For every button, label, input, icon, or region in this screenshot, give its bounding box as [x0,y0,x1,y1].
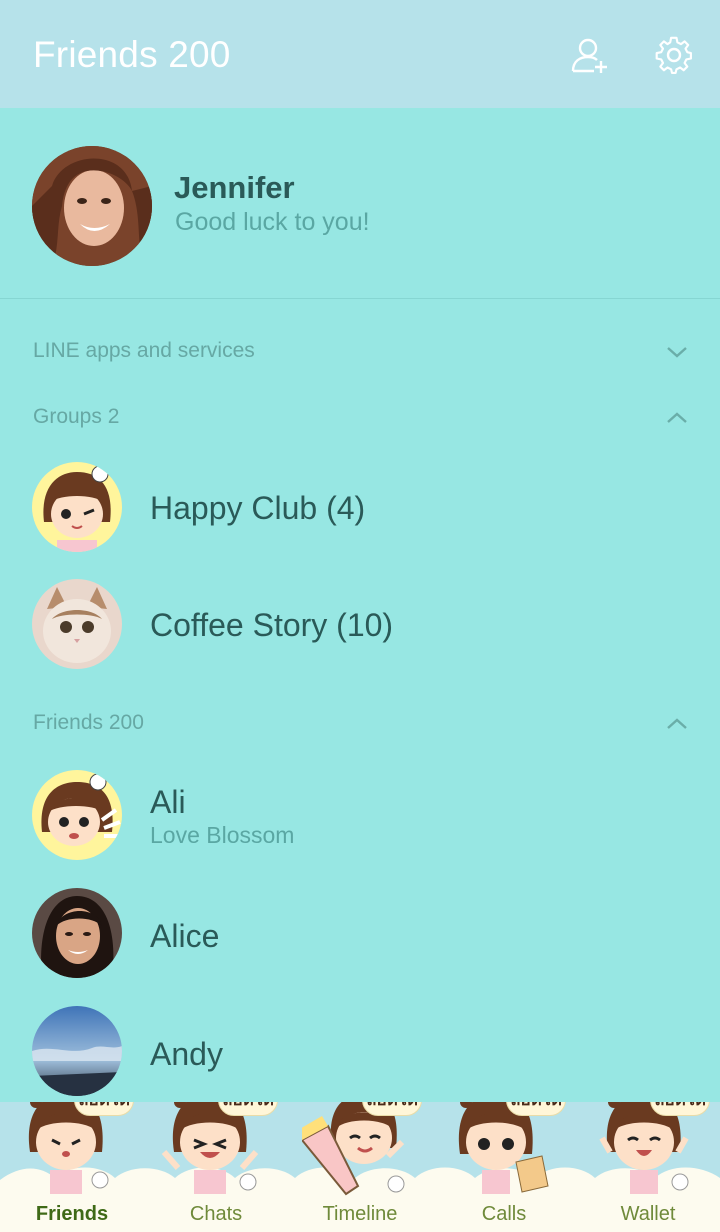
tab-bubble-label: ลอตโต้ [506,1102,566,1116]
tab-label: Timeline [322,1203,398,1225]
group-row-coffee-story[interactable]: Coffee Story (10) [0,579,720,689]
friend-status-message: Love Blossom [150,822,295,848]
page-title: Friends 200 [33,34,231,75]
friend-name: Ali [150,784,186,820]
character-icon [28,1102,109,1194]
chevron-up-icon[interactable] [666,717,688,731]
friend-row-andy[interactable]: Andy [0,1006,720,1116]
gear-icon[interactable] [654,36,694,76]
group-name: Coffee Story (10) [150,607,394,643]
tab-chats[interactable]: ลอตโต้ Chats [144,1102,288,1232]
tab-wallet[interactable]: ลอตโต้ Wallet [576,1102,720,1232]
group-name: Happy Club (4) [150,490,366,526]
section-header-friends[interactable]: Friends 200 [33,711,144,735]
header-bar: Friends 200 [0,0,720,108]
character-icon [458,1102,549,1194]
tab-label: Friends [35,1203,109,1225]
my-profile[interactable]: Jennifer Good luck to you! [0,108,720,299]
tab-bubble-label: ลอตโต้ [218,1102,278,1116]
profile-status-message: Good luck to you! [175,208,370,236]
section-header-services[interactable]: LINE apps and services [33,339,255,363]
profile-name: Jennifer [174,170,295,205]
friend-name: Alice [150,918,220,954]
tab-bubble-label: ลอตโต้ [74,1102,134,1116]
chevron-up-icon[interactable] [666,411,688,425]
bottom-tab-bar: ลอตโต้ Friends ลอตโต้ Chats [0,1102,720,1232]
tab-label: Calls [481,1203,527,1225]
chevron-down-icon[interactable] [666,345,688,359]
profile-avatar[interactable] [32,146,152,266]
section-header-groups[interactable]: Groups 2 [33,405,119,429]
friend-avatar [32,888,122,978]
character-icon [302,1102,405,1196]
tab-bubble-label: ลอตโต้ [362,1102,422,1116]
friend-avatar [32,1006,122,1096]
tab-label: Chats [189,1203,243,1225]
friend-row-ali[interactable]: Ali Love Blossom [0,770,720,880]
group-avatar [32,462,122,552]
tab-calls[interactable]: ลอตโต้ Calls [432,1102,576,1232]
tab-bubble-label: ลอตโต้ [650,1102,710,1116]
group-row-happy-club[interactable]: Happy Club (4) [0,462,720,572]
character-icon [161,1102,259,1194]
tab-timeline[interactable]: ลอตโต้ Timeline [288,1102,432,1232]
friend-row-alice[interactable]: Alice [0,888,720,998]
friend-avatar [32,770,122,860]
group-avatar [32,579,122,669]
friend-name: Andy [150,1036,223,1072]
character-icon [599,1102,689,1194]
tab-label: Wallet [620,1203,676,1225]
add-friend-icon[interactable] [570,36,610,76]
tab-friends[interactable]: ลอตโต้ Friends [0,1102,144,1232]
